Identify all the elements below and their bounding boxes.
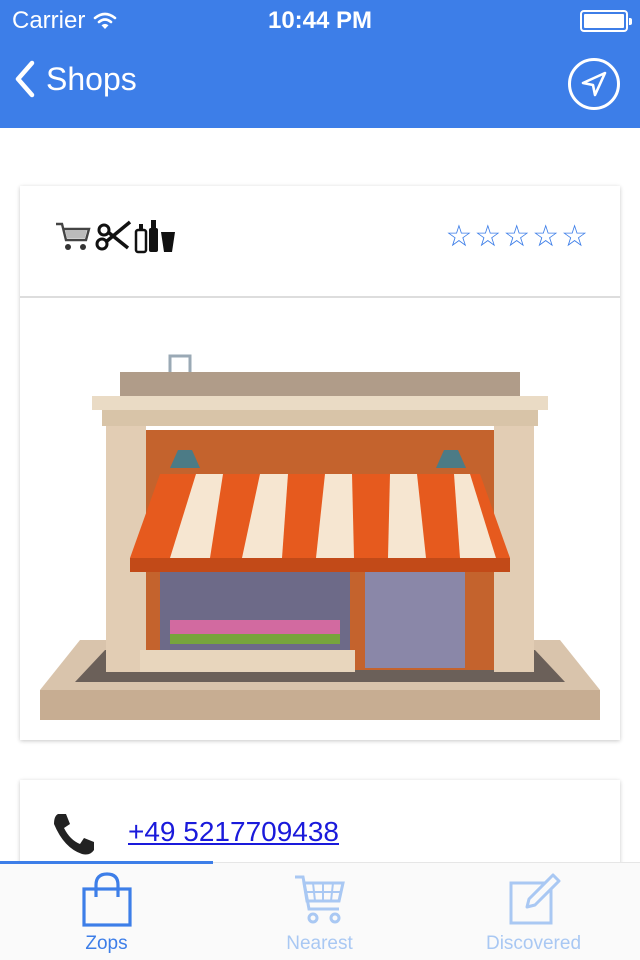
- status-bar: Carrier 10:44 PM: [0, 0, 640, 40]
- shop-card-header: ☆ ☆ ☆ ☆ ☆: [20, 186, 620, 298]
- category-icons: [54, 218, 178, 254]
- shopping-cart-icon: [294, 875, 345, 924]
- shopping-bag-icon: [81, 872, 132, 927]
- scissors-icon: [95, 220, 132, 251]
- tab-discovered[interactable]: Discovered: [427, 863, 640, 960]
- shop-storefront-image: [40, 354, 600, 720]
- tab-discovered-label: Discovered: [485, 933, 582, 954]
- tab-zops-label: Zops: [85, 933, 128, 954]
- star-empty-icon[interactable]: ☆: [561, 222, 588, 252]
- star-empty-icon[interactable]: ☆: [445, 222, 472, 252]
- location-arrow-icon: [581, 71, 607, 97]
- location-button[interactable]: [568, 58, 620, 110]
- edit-icon: [509, 873, 560, 925]
- tab-nearest[interactable]: Nearest: [213, 863, 426, 960]
- rating-stars[interactable]: ☆ ☆ ☆ ☆ ☆: [445, 222, 588, 252]
- back-button-label: Shops: [46, 60, 137, 97]
- shopping-cart-icon: [56, 222, 91, 250]
- tab-zops[interactable]: Zops: [0, 863, 213, 960]
- star-empty-icon[interactable]: ☆: [532, 222, 559, 252]
- tab-nearest-label: Nearest: [286, 933, 353, 954]
- star-empty-icon[interactable]: ☆: [474, 222, 501, 252]
- shop-detail-content[interactable]: ☆ ☆ ☆ ☆ ☆ +49 5217709438: [0, 128, 640, 862]
- shop-card: ☆ ☆ ☆ ☆ ☆: [20, 186, 620, 740]
- status-time: 10:44 PM: [267, 7, 373, 34]
- chevron-left-icon: [15, 60, 35, 98]
- navigation-bar: Carrier 10:44 PM Shops: [0, 0, 640, 128]
- star-empty-icon[interactable]: ☆: [503, 222, 530, 252]
- phone-number-link[interactable]: +49 5217709438: [128, 816, 339, 848]
- back-button[interactable]: Shops: [14, 60, 137, 98]
- tab-bar: Zops Nearest Discovered: [0, 861, 640, 960]
- contact-card: +49 5217709438: [20, 780, 620, 862]
- bottles-icon: [134, 220, 175, 254]
- phone-icon: [54, 814, 94, 855]
- battery-icon: [580, 10, 632, 32]
